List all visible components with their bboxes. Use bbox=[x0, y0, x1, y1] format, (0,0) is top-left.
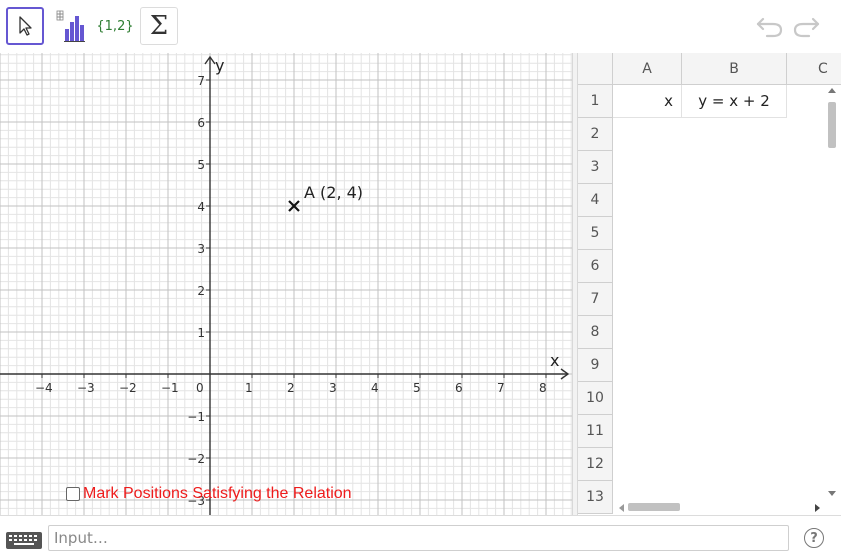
row-header-13[interactable]: 13 bbox=[578, 481, 613, 514]
spreadsheet-corner bbox=[578, 53, 613, 85]
redo-button[interactable] bbox=[790, 12, 822, 40]
scroll-up-arrow-icon[interactable] bbox=[828, 88, 836, 93]
row-header-1[interactable]: 1 bbox=[578, 85, 613, 118]
y-tick-label: 1 bbox=[197, 326, 205, 340]
x-tick-label: 4 bbox=[371, 381, 379, 395]
cell-b1[interactable]: y = x + 2 bbox=[682, 85, 787, 118]
toolbar: {1,2} Σ bbox=[0, 0, 841, 53]
cell-a1[interactable]: x bbox=[613, 85, 682, 118]
vertical-scrollbar[interactable] bbox=[824, 85, 841, 500]
x-tick-label: 0 bbox=[196, 381, 204, 395]
point-a-label: A (2, 4) bbox=[304, 183, 363, 202]
scroll-down-arrow-icon[interactable] bbox=[828, 491, 836, 496]
row-header-7[interactable]: 7 bbox=[578, 283, 613, 316]
undo-button[interactable] bbox=[754, 12, 786, 40]
y-axis-label: y bbox=[215, 56, 224, 75]
keyboard-button[interactable] bbox=[4, 527, 44, 553]
row-header-5[interactable]: 5 bbox=[578, 217, 613, 250]
row-header-3[interactable]: 3 bbox=[578, 151, 613, 184]
spreadsheet-view[interactable]: A B C 1 2 3 4 5 6 7 8 9 10 11 12 13 x y … bbox=[578, 53, 841, 515]
bar-chart-icon bbox=[56, 10, 85, 42]
x-tick-label: 3 bbox=[329, 381, 337, 395]
x-tick-label: 5 bbox=[413, 381, 421, 395]
row-header-2[interactable]: 2 bbox=[578, 118, 613, 151]
column-header-b[interactable]: B bbox=[682, 53, 787, 85]
scroll-right-arrow-icon[interactable] bbox=[815, 504, 820, 512]
row-header-9[interactable]: 9 bbox=[578, 349, 613, 382]
x-tick-label: 1 bbox=[245, 381, 253, 395]
relation-checkbox-row[interactable]: Mark Positions Satisfying the Relation bbox=[66, 484, 352, 504]
horizontal-scrollbar[interactable] bbox=[613, 500, 824, 515]
y-tick-label: −2 bbox=[187, 452, 205, 466]
help-button[interactable]: ? bbox=[804, 528, 824, 548]
relation-checkbox-label[interactable]: Mark Positions Satisfying the Relation bbox=[83, 485, 352, 503]
scroll-left-arrow-icon[interactable] bbox=[619, 504, 624, 512]
cursor-arrow-icon bbox=[19, 16, 32, 36]
row-header-6[interactable]: 6 bbox=[578, 250, 613, 283]
x-tick-label: 7 bbox=[497, 381, 505, 395]
column-header-c[interactable]: C bbox=[787, 53, 841, 85]
coordinate-grid[interactable]: xy−4 −3 −2 −1 0 1 2 3 4 5 6 7 87654321−1−2−3A (2, 4) bbox=[0, 53, 572, 515]
sigma-icon: Σ bbox=[149, 11, 169, 41]
undo-icon bbox=[756, 17, 783, 38]
relation-checkbox[interactable] bbox=[66, 487, 80, 501]
y-tick-label: 5 bbox=[197, 158, 205, 172]
row-header-11[interactable]: 11 bbox=[578, 415, 613, 448]
statistics-tool-button[interactable] bbox=[53, 7, 91, 45]
input-bar: Input… ? bbox=[0, 515, 841, 560]
y-tick-label: 6 bbox=[197, 116, 205, 130]
horizontal-scroll-thumb[interactable] bbox=[628, 503, 680, 511]
vertical-scroll-thumb[interactable] bbox=[828, 102, 836, 148]
x-tick-label: 6 bbox=[455, 381, 463, 395]
column-header-a[interactable]: A bbox=[613, 53, 682, 85]
x-tick-label: 8 bbox=[539, 381, 547, 395]
row-header-4[interactable]: 4 bbox=[578, 184, 613, 217]
sum-tool-button[interactable]: Σ bbox=[140, 7, 178, 45]
x-tick-label: −3 bbox=[77, 381, 95, 395]
algebra-input-field[interactable]: Input… bbox=[48, 525, 789, 551]
y-tick-label: 4 bbox=[197, 200, 205, 214]
x-axis-label: x bbox=[550, 351, 559, 370]
y-tick-label: −1 bbox=[187, 410, 205, 424]
x-tick-label: 2 bbox=[287, 381, 295, 395]
x-tick-label: −2 bbox=[119, 381, 137, 395]
x-tick-label: −1 bbox=[161, 381, 179, 395]
list-tool-label: {1,2} bbox=[96, 18, 134, 34]
graphics-view[interactable]: x y −4 −3 −2 −1 0 1 2 3 4 5 6 7 8 7 6 5 4 3 2 1 −1 −2 −3 A (2, 4)… bbox=[0, 53, 572, 515]
row-header-10[interactable]: 10 bbox=[578, 382, 613, 415]
y-tick-label: 7 bbox=[197, 74, 205, 88]
move-tool-button[interactable] bbox=[6, 7, 44, 45]
list-tool-button[interactable]: {1,2} bbox=[96, 7, 134, 45]
row-header-8[interactable]: 8 bbox=[578, 316, 613, 349]
keyboard-icon bbox=[6, 532, 42, 549]
geogebra-app: {1,2} Σ x y −4 −3 −2 −1 0 1 2 3 4 5 6 7 8 7 6 5 4 3 2 1 −1 −2 −3… bbox=[0, 0, 841, 560]
redo-icon bbox=[793, 17, 820, 38]
y-tick-label: 3 bbox=[197, 242, 205, 256]
x-tick-label: −4 bbox=[35, 381, 53, 395]
row-header-12[interactable]: 12 bbox=[578, 448, 613, 481]
y-tick-label: 2 bbox=[197, 284, 205, 298]
